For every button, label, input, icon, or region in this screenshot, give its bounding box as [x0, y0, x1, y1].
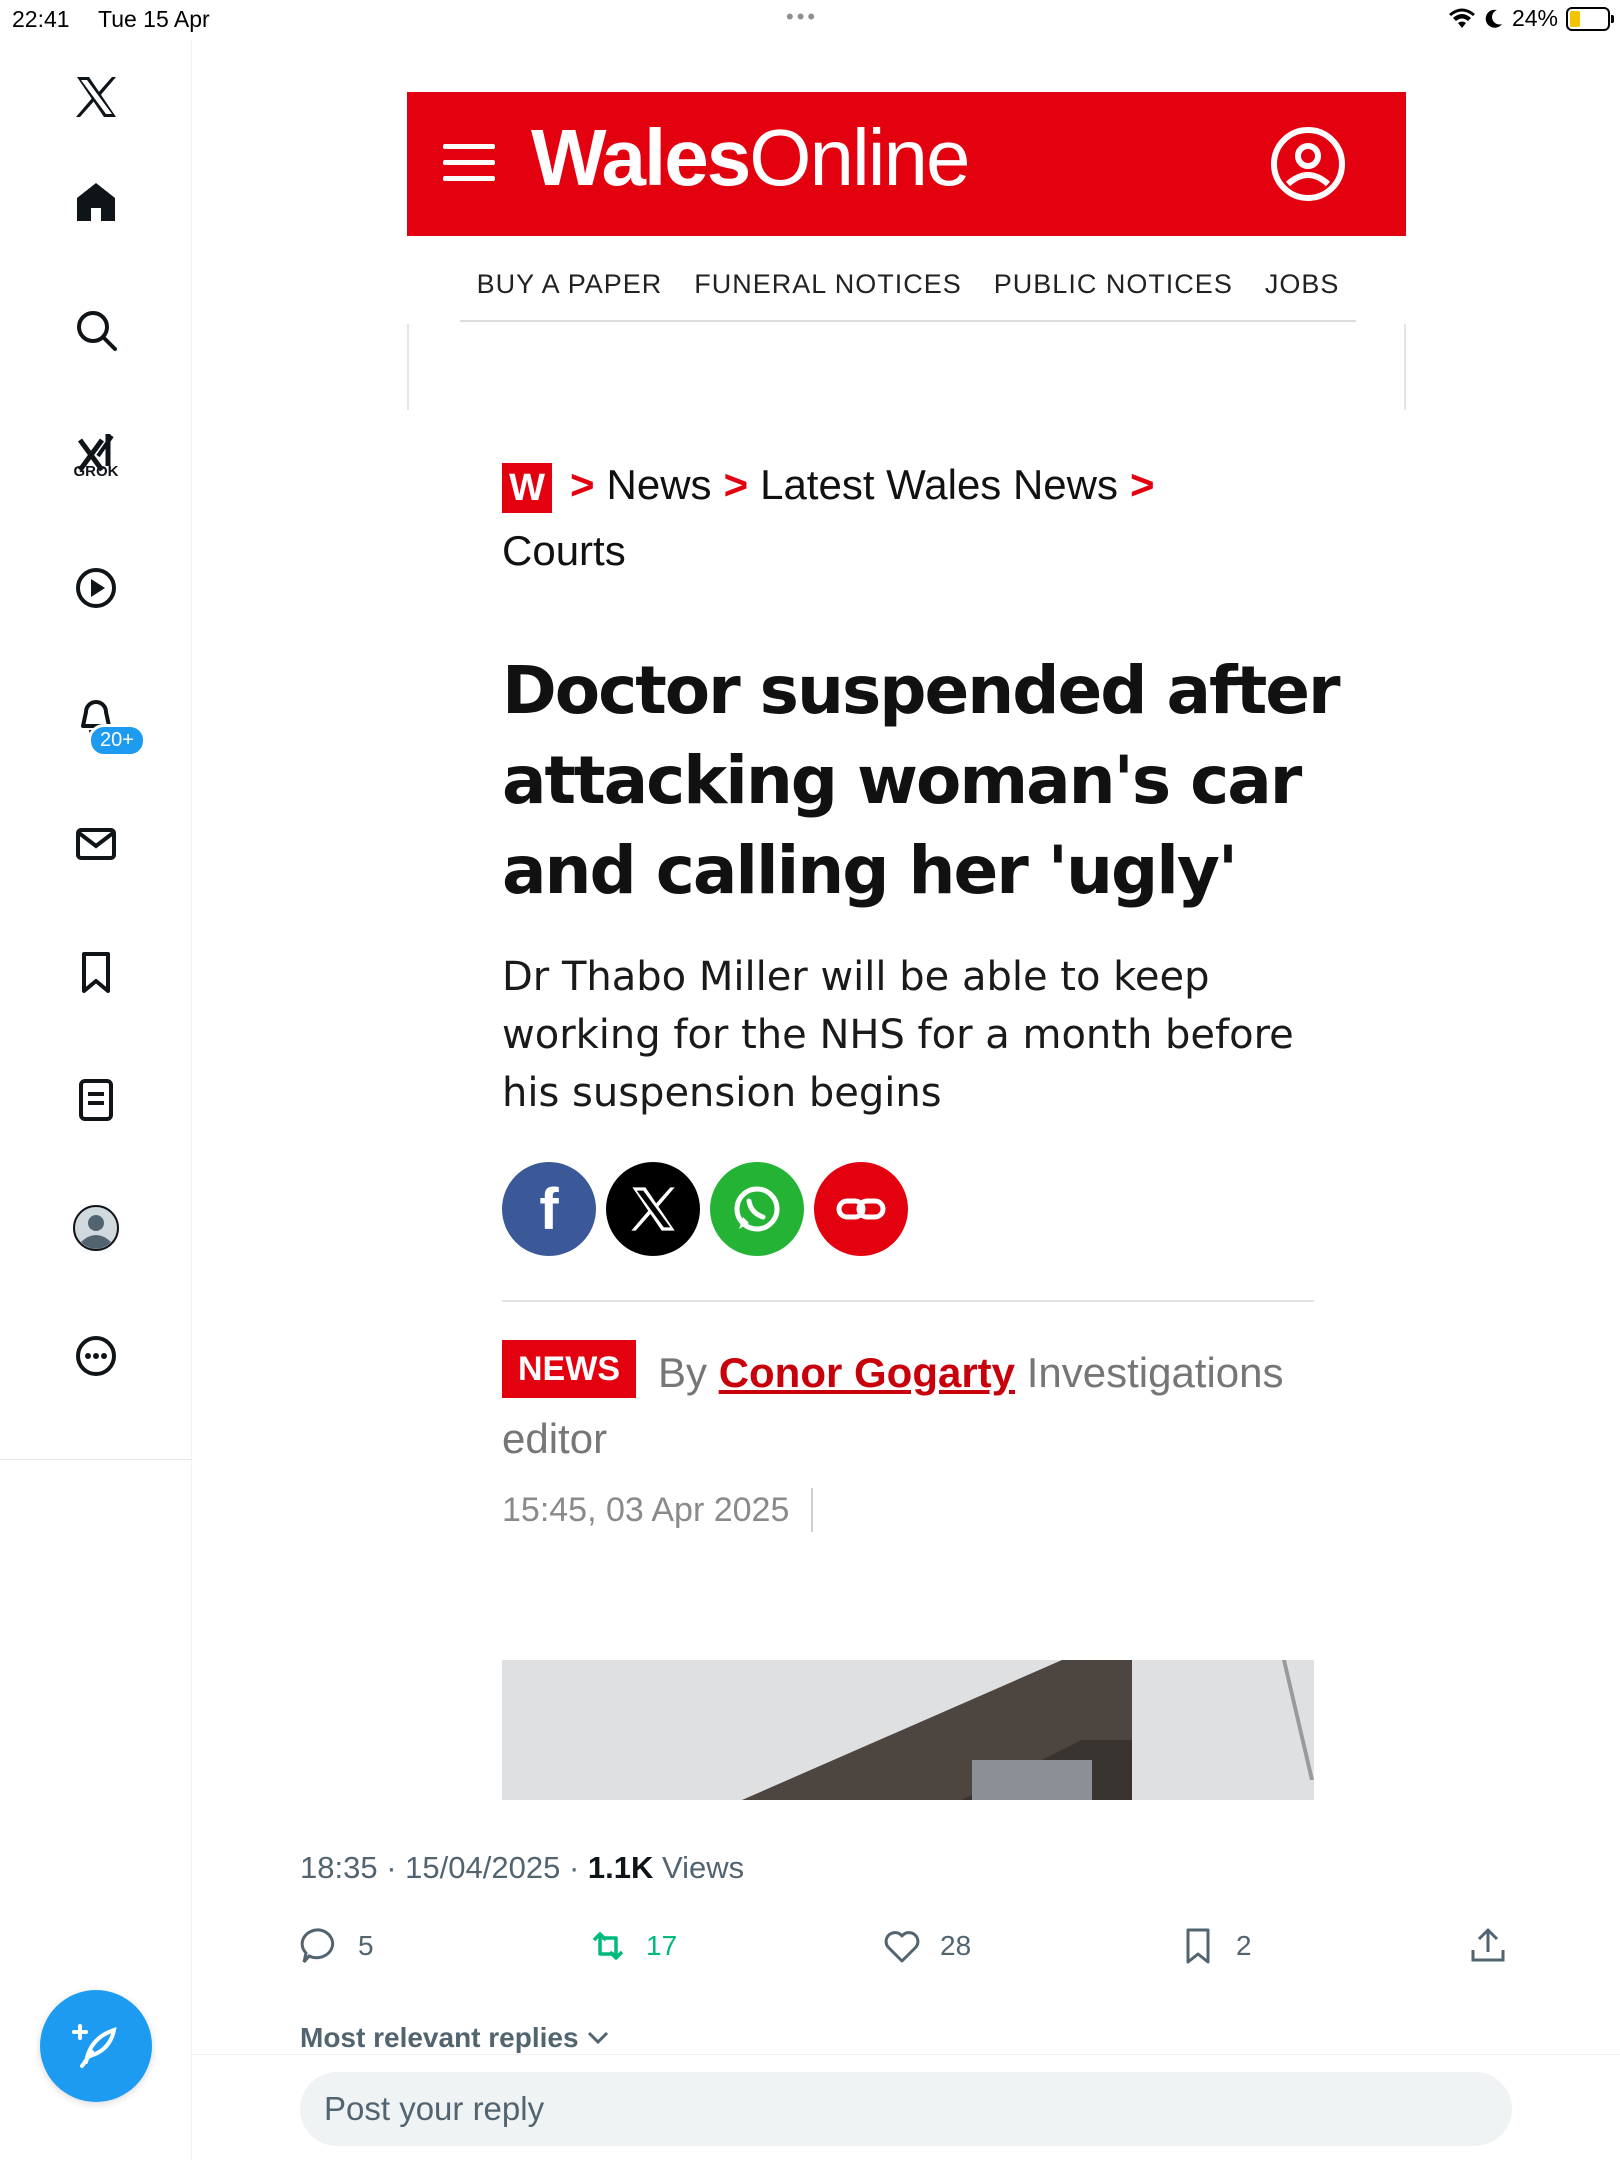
walesonline-header: WalesOnline	[407, 92, 1406, 236]
x-share-icon	[606, 1162, 700, 1256]
breadcrumb-chevron-icon: >	[1130, 461, 1155, 508]
chevron-down-icon	[588, 2031, 609, 2045]
hamburger-menu-icon	[443, 144, 495, 182]
home-icon[interactable]	[65, 171, 127, 233]
article-headline: Doctor suspended after attacking woman's…	[502, 652, 1341, 909]
walesonline-nav: BUY A PAPER FUNERAL NOTICES PUBLIC NOTIC…	[460, 248, 1356, 322]
byline: NEWS By Conor Gogarty Investigations edit…	[502, 1340, 1322, 1472]
heart-icon	[884, 1931, 920, 1963]
share-upload-icon	[1471, 1928, 1505, 1962]
share-button[interactable]	[1468, 1926, 1508, 1966]
walesonline-w-logo: W	[502, 462, 552, 513]
status-date: Tue 15 Apr	[98, 6, 210, 32]
x-logo-icon[interactable]	[65, 66, 127, 128]
user-account-icon	[1271, 127, 1345, 201]
profile-avatar-icon[interactable]	[65, 1197, 127, 1259]
copy-link-icon	[814, 1162, 908, 1256]
nav-public-notices: PUBLIC NOTICES	[993, 268, 1233, 299]
nav-buy-a-paper: BUY A PAPER	[476, 268, 663, 299]
sidebar-divider	[0, 1459, 192, 1460]
post-timestamp: 18:35 · 15/04/2025 · 1.1K Views	[300, 1850, 745, 1885]
reply-button[interactable]: 5	[300, 1926, 374, 1966]
like-count: 28	[940, 1930, 972, 1961]
views-label: Views	[662, 1850, 745, 1885]
notifications-badge: 20+	[88, 724, 146, 757]
views-count: 1.1K	[587, 1850, 654, 1885]
reply-bubble-icon	[300, 1928, 335, 1963]
search-icon[interactable]	[65, 299, 127, 361]
grok-label: GROK	[73, 463, 119, 480]
reply-count: 5	[358, 1930, 374, 1961]
nav-jobs: JOBS	[1264, 268, 1340, 299]
breadcrumb-latest-wales-news: Latest Wales News	[760, 461, 1118, 508]
battery-icon	[1566, 6, 1614, 31]
repost-icon	[592, 1932, 624, 1960]
sidebar: GROK 20+	[0, 40, 192, 2160]
status-indicators: 24%	[1448, 5, 1614, 32]
card-border-right	[1404, 324, 1406, 410]
post-time[interactable]: 18:35	[300, 1850, 378, 1885]
article-photo	[502, 1660, 1314, 1800]
battery-percent: 24%	[1511, 5, 1558, 31]
wifi-icon	[1448, 8, 1475, 28]
status-time: 22:41	[12, 6, 70, 32]
multitasking-dots[interactable]: •••	[786, 4, 818, 30]
lists-icon[interactable]	[65, 1069, 127, 1131]
author-name: Conor Gogarty	[718, 1349, 1016, 1396]
post-date[interactable]: 15/04/2025	[405, 1850, 560, 1885]
card-border-left	[407, 324, 409, 410]
compose-feather-icon	[72, 2024, 117, 2068]
share-buttons: f	[502, 1162, 908, 1256]
compose-post-button[interactable]	[40, 1990, 152, 2102]
bookmark-icon	[1186, 1928, 1210, 1964]
repost-count: 17	[646, 1930, 678, 1961]
replies-sort-dropdown[interactable]: Most relevant replies	[300, 2022, 610, 2054]
bookmark-button[interactable]: 2	[1178, 1926, 1252, 1966]
post-actions: 5 17 28 2	[300, 1926, 1510, 1974]
reply-divider	[192, 2054, 1620, 2055]
article-divider	[502, 1300, 1314, 1302]
whatsapp-share-icon	[710, 1162, 804, 1256]
more-icon[interactable]	[65, 1325, 127, 1387]
published-date: 15:45, 03 Apr 2025	[502, 1488, 814, 1532]
bookmarks-icon[interactable]	[65, 941, 127, 1003]
breadcrumb-chevron-icon: >	[723, 461, 749, 508]
moon-icon	[1485, 9, 1502, 28]
byline-by: By	[658, 1349, 708, 1396]
reply-input[interactable]: Post your reply	[300, 2072, 1512, 2146]
status-bar: 22:41 Tue 15 Apr ••• 24%	[0, 0, 1620, 40]
breadcrumb: W > News > Latest Wales News > Courts	[502, 452, 1322, 584]
replies-sort-label: Most relevant replies	[300, 2022, 579, 2053]
bookmark-count: 2	[1236, 1930, 1252, 1961]
like-button[interactable]: 28	[882, 1926, 971, 1966]
news-tag: NEWS	[502, 1340, 636, 1398]
breadcrumb-chevron-icon: >	[570, 461, 595, 508]
nav-funeral-notices: FUNERAL NOTICES	[694, 268, 962, 299]
facebook-share-icon: f	[502, 1162, 596, 1256]
repost-button[interactable]: 17	[588, 1926, 677, 1966]
breadcrumb-courts: Courts	[502, 527, 626, 574]
article-standfirst: Dr Thabo Miller will be able to keep wor…	[502, 954, 1294, 1116]
messages-envelope-icon[interactable]	[65, 813, 127, 875]
walesonline-logo: WalesOnline	[531, 113, 971, 202]
breadcrumb-news: News	[606, 461, 712, 508]
grok-icon[interactable]: GROK	[65, 423, 127, 485]
video-icon[interactable]	[65, 557, 127, 619]
